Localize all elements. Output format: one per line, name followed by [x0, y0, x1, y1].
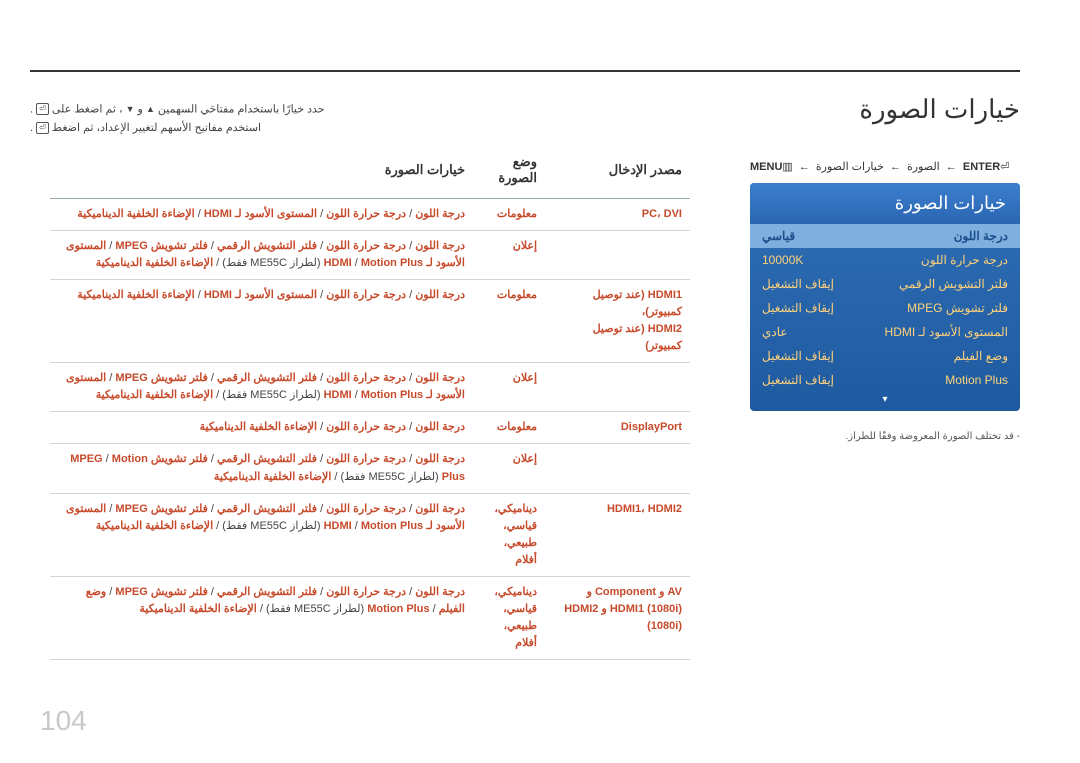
col-source: مصدر الإدخال [545, 148, 690, 199]
cell-options: درجة اللون / درجة حرارة اللون / فلتر الت… [50, 576, 473, 659]
menu-item-value: 10000K [762, 253, 803, 267]
cell-mode: معلومات [473, 199, 545, 231]
menu-item[interactable]: فلتر تشويش MPEG إيقاف التشغيل [750, 296, 1020, 320]
cell-mode: إعلان [473, 231, 545, 280]
cell-source: HDMI1 (عند توصيل كمبيوتر)،HDMI2 (عند توص… [545, 280, 690, 363]
table-row: HDMI1، HDMI2ديناميكي، قياسي، طبيعي، أفلا… [50, 493, 690, 576]
enter-icon: ⏎ [36, 103, 49, 115]
cell-mode: معلومات [473, 280, 545, 363]
menu-item[interactable]: درجة حرارة اللون 10000K [750, 248, 1020, 272]
page-number: 104 [40, 705, 87, 737]
enter-icon: ⏎ [36, 122, 49, 134]
page-title: خيارات الصورة [859, 94, 1020, 125]
menu-item[interactable]: Motion Plus إيقاف التشغيل [750, 368, 1020, 392]
table-row: إعلاندرجة اللون / درجة حرارة اللون / فلت… [50, 444, 690, 493]
cell-options: درجة اللون / درجة حرارة اللون / فلتر الت… [50, 231, 473, 280]
menu-item-value: إيقاف التشغيل [762, 373, 834, 387]
cell-mode: إعلان [473, 363, 545, 412]
menu-panel-title: خيارات الصورة [750, 183, 1020, 224]
cell-options: درجة اللون / درجة حرارة اللون / الإضاءة … [50, 412, 473, 444]
options-table: مصدر الإدخال وضع الصورة خيارات الصورة PC… [50, 148, 690, 660]
cell-mode: ديناميكي، قياسي، طبيعي، أفلام [473, 493, 545, 576]
cell-options: درجة اللون / درجة حرارة اللون / المستوى … [50, 199, 473, 231]
cell-source: DisplayPort [545, 412, 690, 444]
menu-item-label: Motion Plus [945, 373, 1008, 387]
cell-source: AV و Component و HDMI1 (1080i) و HDMI2 (… [545, 576, 690, 659]
enter-icon: ⏎ [1000, 161, 1009, 173]
menu-item-label: وضع الفيلم [954, 349, 1008, 363]
menu-item-label: درجة اللون [954, 229, 1008, 243]
menu-item-label: المستوى الأسود لـ HDMI [885, 325, 1008, 339]
table-row: إعلاندرجة اللون / درجة حرارة اللون / فلت… [50, 231, 690, 280]
scroll-down-icon: ▾ [750, 392, 1020, 405]
cell-source [545, 444, 690, 493]
cell-mode: معلومات [473, 412, 545, 444]
cell-options: درجة اللون / درجة حرارة اللون / المستوى … [50, 280, 473, 363]
nav-instructions: حدد خيارًا باستخدام مفتاحَي السهمين و ، … [30, 100, 690, 138]
cell-options: درجة اللون / درجة حرارة اللون / فلتر الت… [50, 493, 473, 576]
cell-mode: إعلان [473, 444, 545, 493]
table-row: إعلاندرجة اللون / درجة حرارة اللون / فلت… [50, 363, 690, 412]
table-row: PC، DVIمعلوماتدرجة اللون / درجة حرارة ال… [50, 199, 690, 231]
menu-item[interactable]: درجة اللون قياسي [750, 224, 1020, 248]
table-row: AV و Component و HDMI1 (1080i) و HDMI2 (… [50, 576, 690, 659]
cell-options: درجة اللون / درجة حرارة اللون / فلتر الت… [50, 363, 473, 412]
menu-item-value: قياسي [762, 229, 795, 243]
menu-item-value: إيقاف التشغيل [762, 349, 834, 363]
footnote: - قد تختلف الصورة المعروضة وفقًا للطراز. [750, 431, 1020, 442]
menu-item-value: عادي [762, 325, 788, 339]
col-options: خيارات الصورة [50, 148, 473, 199]
menu-item-label: فلتر تشويش MPEG [907, 301, 1008, 315]
cell-source: PC، DVI [545, 199, 690, 231]
menu-panel: خيارات الصورة درجة اللون قياسي درجة حرارة … [750, 183, 1020, 411]
cell-options: درجة اللون / درجة حرارة اللون / فلتر الت… [50, 444, 473, 493]
menu-item[interactable]: فلتر التشويش الرقمي إيقاف التشغيل [750, 272, 1020, 296]
cell-mode: ديناميكي، قياسي، طبيعي، أفلام [473, 576, 545, 659]
menu-item[interactable]: المستوى الأسود لـ HDMI عادي [750, 320, 1020, 344]
arrow-down-icon [126, 100, 135, 119]
breadcrumb: MENU▥ ← الصورة ← خيارات الصورة ← ENTER⏎ [750, 160, 1020, 173]
menu-item-label: درجة حرارة اللون [921, 253, 1008, 267]
cell-source [545, 231, 690, 280]
menu-item-value: إيقاف التشغيل [762, 301, 834, 315]
table-row: DisplayPortمعلوماتدرجة اللون / درجة حرار… [50, 412, 690, 444]
cell-source [545, 363, 690, 412]
menu-item-label: فلتر التشويش الرقمي [899, 277, 1008, 291]
menu-item[interactable]: وضع الفيلم إيقاف التشغيل [750, 344, 1020, 368]
col-mode: وضع الصورة [473, 148, 545, 199]
arrow-up-icon [146, 100, 155, 119]
cell-source: HDMI1، HDMI2 [545, 493, 690, 576]
menu-item-value: إيقاف التشغيل [762, 277, 834, 291]
table-row: HDMI1 (عند توصيل كمبيوتر)،HDMI2 (عند توص… [50, 280, 690, 363]
